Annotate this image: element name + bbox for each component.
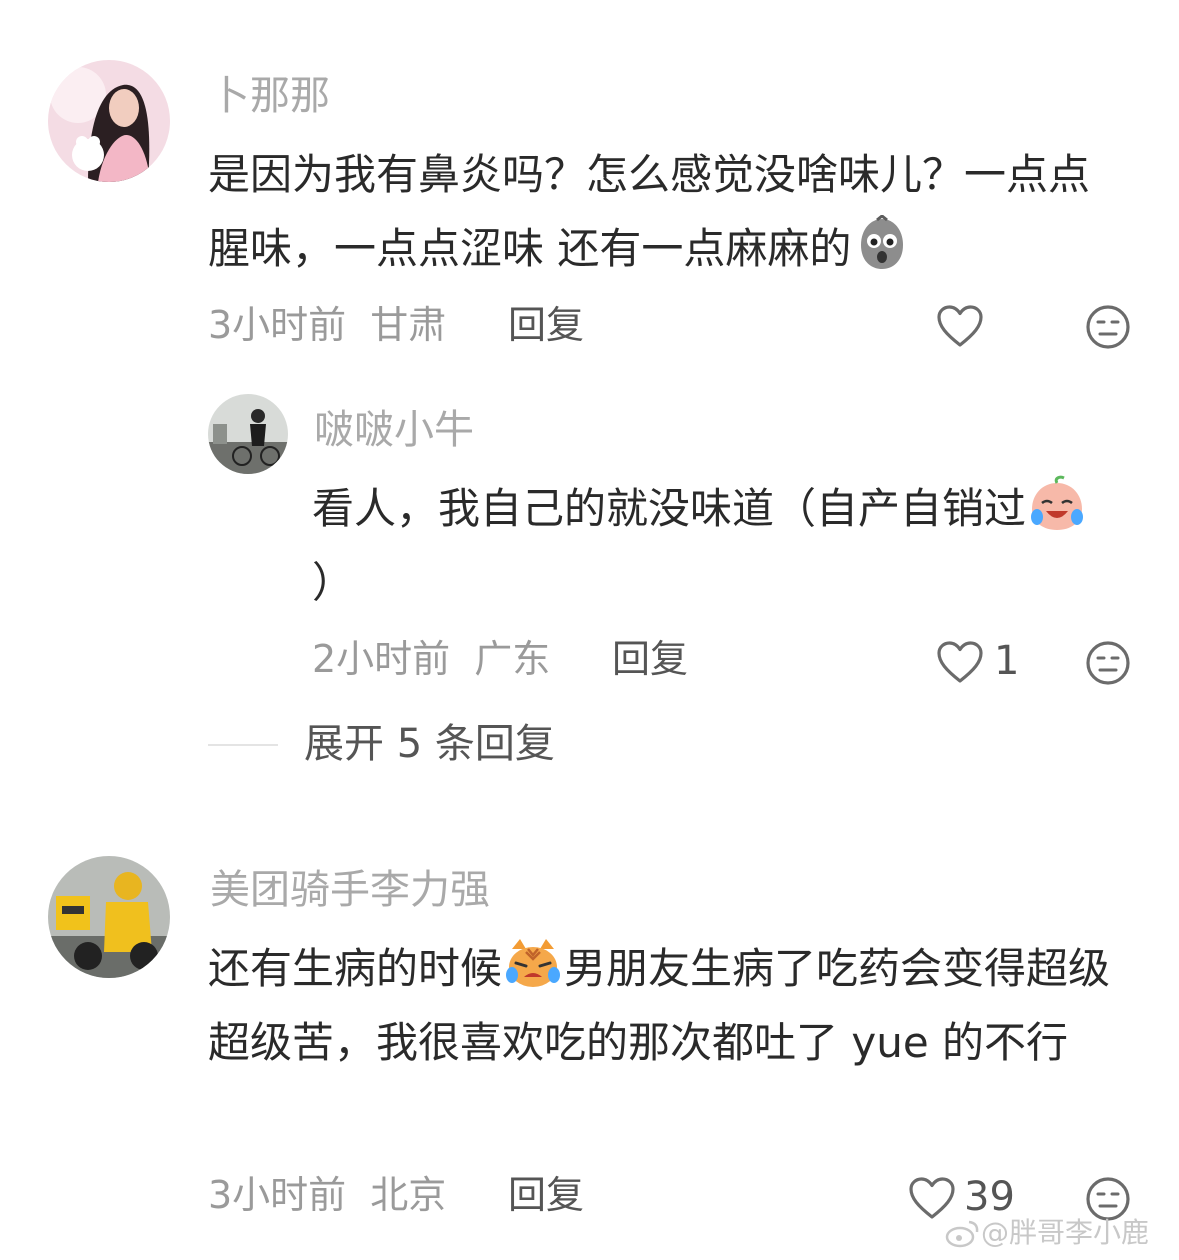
heart-icon[interactable] bbox=[936, 304, 984, 348]
heart-icon[interactable] bbox=[936, 640, 984, 684]
avatar[interactable] bbox=[48, 856, 170, 978]
comment-text-body: 还有生病的时候 bbox=[208, 944, 503, 993]
comment-time: 3小时前 bbox=[208, 303, 347, 347]
expand-divider bbox=[208, 744, 278, 746]
avatar[interactable] bbox=[48, 60, 170, 182]
comment-location: 北京 bbox=[370, 1173, 447, 1217]
crying-laughing-peach-icon bbox=[1028, 475, 1086, 533]
heart-icon[interactable] bbox=[908, 1176, 956, 1220]
comment-text: 还有生病的时候 男朋友生病了吃药会变得超级超级苦，我很喜欢吃的那次都吐了 yue… bbox=[208, 932, 1128, 1080]
reply-text-body: 看人，我自己的就没味道（自产自销过 bbox=[312, 484, 1027, 533]
comment-location: 甘肃 bbox=[370, 303, 447, 347]
reply-time: 2小时前 bbox=[312, 637, 451, 681]
reply-location: 广东 bbox=[474, 637, 551, 681]
reply-text-tail: ） bbox=[312, 558, 355, 607]
comment-meta: 3小时前 甘肃 bbox=[208, 302, 446, 348]
like-count: 1 bbox=[994, 638, 1020, 684]
reply-button[interactable]: 回复 bbox=[508, 302, 584, 348]
watermark-text: @胖哥李小鹿 bbox=[981, 1216, 1150, 1249]
reply-text: 看人，我自己的就没味道（自产自销过 ） bbox=[312, 472, 1122, 620]
reply-username[interactable]: 啵啵小牛 bbox=[314, 406, 474, 454]
weibo-logo-icon bbox=[945, 1218, 981, 1248]
comment-text: 是因为我有鼻炎吗？怎么感觉没啥味儿？一点点腥味，一点点涩味 还有一点麻麻的 bbox=[208, 138, 1128, 286]
reply-meta: 2小时前 广东 bbox=[312, 636, 550, 682]
comment-time: 3小时前 bbox=[208, 1173, 347, 1217]
reply-button[interactable]: 回复 bbox=[508, 1172, 584, 1218]
comment-username[interactable]: 美团骑手李力强 bbox=[210, 866, 490, 914]
crying-cat-icon bbox=[504, 935, 562, 993]
watermark: @胖哥李小鹿 bbox=[945, 1216, 1149, 1250]
comment-username[interactable]: 卜那那 bbox=[210, 72, 330, 120]
comment-meta: 3小时前 北京 bbox=[208, 1172, 446, 1218]
reply-button[interactable]: 回复 bbox=[612, 636, 688, 682]
comment-text-body: 是因为我有鼻炎吗？怎么感觉没啥味儿？一点点腥味，一点点涩味 还有一点麻麻的 bbox=[208, 150, 1091, 273]
avatar[interactable] bbox=[208, 394, 288, 474]
shocked-potato-emoji-icon bbox=[853, 215, 911, 273]
dislike-face-icon[interactable] bbox=[1085, 640, 1131, 686]
expand-replies-button[interactable]: 展开 5 条回复 bbox=[304, 720, 555, 768]
like-count: 39 bbox=[964, 1174, 1015, 1220]
dislike-face-icon[interactable] bbox=[1085, 304, 1131, 350]
